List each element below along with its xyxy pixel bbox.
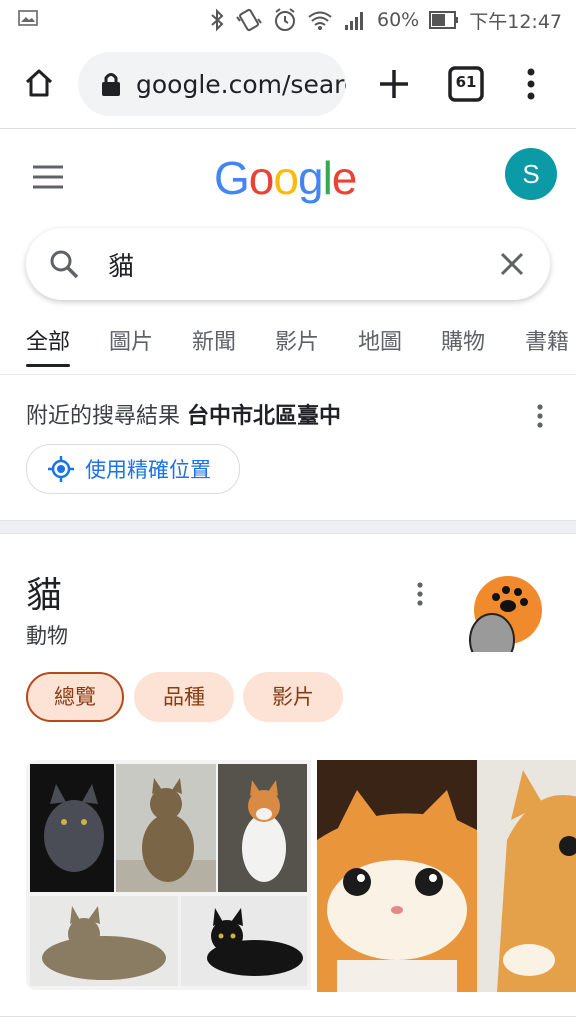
chip-videos[interactable]: 影片 — [243, 672, 343, 722]
cat-paw-thumbnail[interactable] — [462, 572, 542, 652]
home-icon — [25, 69, 53, 97]
image-icon — [18, 10, 38, 26]
section-divider — [0, 1016, 576, 1017]
battery-icon — [429, 11, 459, 29]
tab-images[interactable]: 圖片 — [109, 324, 153, 356]
home-button[interactable] — [18, 62, 60, 104]
tab-news[interactable]: 新聞 — [192, 324, 236, 356]
bluetooth-icon — [211, 8, 224, 32]
alarm-icon — [275, 8, 295, 31]
google-logo[interactable]: Google — [214, 150, 364, 206]
cat-collage-image[interactable] — [26, 760, 311, 990]
knowledge-panel-title: 貓 — [26, 575, 63, 616]
location-prefix: 附近的搜尋結果 — [26, 404, 181, 429]
tabby-cat-photo — [116, 764, 216, 892]
my-location-icon — [48, 456, 74, 482]
search-tabs: 全部 圖片 新聞 影片 地圖 購物 書籍 — [0, 316, 576, 375]
more-vert-icon[interactable] — [516, 64, 546, 104]
orange-kitten-image[interactable] — [317, 760, 477, 992]
orange-cat-image[interactable] — [477, 760, 576, 992]
black-cat-photo — [181, 896, 307, 986]
url-text: google.com/search — [136, 69, 346, 99]
browser-toolbar: google.com/search 61 — [0, 40, 576, 129]
tab-all[interactable]: 全部 — [26, 324, 71, 367]
tab-shopping[interactable]: 購物 — [441, 324, 485, 356]
location-place: 台中市北區臺中 — [187, 404, 342, 429]
chip-breeds[interactable]: 品種 — [134, 672, 234, 722]
status-bar: 60% 下午12:47 — [0, 0, 576, 40]
lock-icon — [102, 73, 120, 96]
chip-overview[interactable]: 總覽 — [26, 672, 124, 722]
tab-books[interactable]: 書籍 — [525, 324, 569, 356]
tab-switcher-button[interactable]: 61 — [446, 64, 486, 104]
orange-white-cat-photo — [218, 764, 307, 892]
more-vert-icon[interactable] — [410, 580, 430, 608]
new-tab-icon[interactable] — [372, 62, 416, 106]
battery-percent: 60% — [377, 9, 420, 31]
clock: 下午12:47 — [469, 10, 562, 33]
knowledge-panel-subtitle: 動物 — [26, 624, 68, 648]
url-bar[interactable]: google.com/search — [78, 52, 346, 116]
use-precise-location-label: 使用精確位置 — [85, 458, 211, 482]
avatar[interactable]: S — [505, 148, 557, 200]
signal-icon — [345, 12, 363, 30]
search-box[interactable]: 貓 — [26, 228, 550, 300]
vibrate-icon — [236, 8, 262, 32]
search-icon — [50, 250, 79, 279]
gray-cat-photo — [30, 764, 114, 892]
section-divider — [0, 520, 576, 534]
lying-tabby-cat-photo — [30, 896, 178, 986]
more-vert-icon[interactable] — [530, 402, 550, 430]
search-input[interactable]: 貓 — [108, 246, 134, 283]
wifi-icon — [308, 11, 332, 30]
tab-maps[interactable]: 地圖 — [358, 324, 402, 356]
location-notice: 附近的搜尋結果 台中市北區臺中 — [26, 398, 341, 430]
image-results — [26, 760, 576, 992]
menu-icon[interactable] — [28, 160, 68, 194]
close-icon[interactable] — [498, 250, 526, 278]
use-precise-location-button[interactable]: 使用精確位置 — [26, 444, 240, 494]
tab-count: 61 — [455, 73, 477, 91]
tab-videos[interactable]: 影片 — [275, 324, 319, 356]
